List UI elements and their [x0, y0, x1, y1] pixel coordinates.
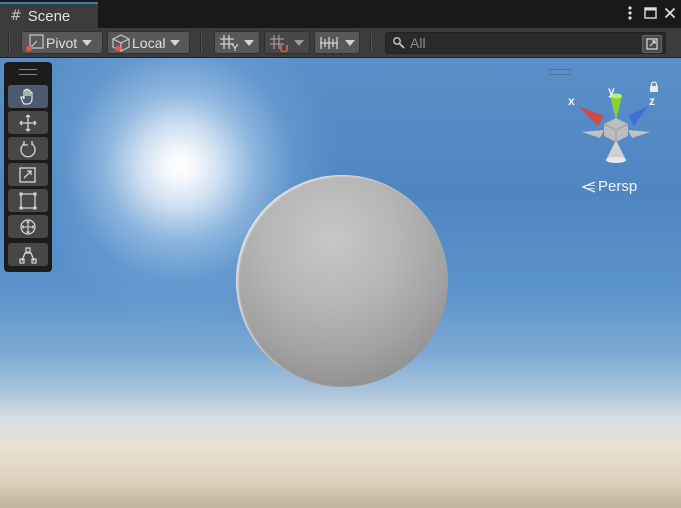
rect-tool-button[interactable] — [8, 189, 48, 212]
window-controls — [623, 4, 677, 22]
close-icon[interactable] — [663, 4, 677, 22]
z-axis-label: z — [649, 94, 655, 108]
rotate-icon — [20, 140, 36, 157]
hand-icon — [20, 88, 33, 105]
local-label: Local — [132, 34, 166, 51]
snap-grid-icon — [269, 34, 291, 52]
tab-title: Scene — [27, 7, 71, 25]
sphere-object[interactable] — [236, 175, 448, 387]
more-options-icon[interactable] — [623, 4, 637, 22]
custom-tool-button[interactable] — [8, 243, 48, 266]
toolbar-separator — [200, 34, 202, 52]
maximize-icon[interactable] — [643, 4, 657, 22]
pivot-icon — [25, 33, 45, 52]
tools-overlay — [4, 62, 52, 272]
transform-icon — [20, 218, 36, 235]
grid-icon — [219, 34, 241, 52]
ruler-icon — [318, 34, 342, 52]
chevron-down-icon — [345, 39, 355, 46]
lock-icon[interactable] — [649, 81, 659, 93]
chevron-down-icon — [170, 39, 181, 46]
gizmo-drag-handle[interactable] — [549, 69, 571, 75]
projection-label: Persp — [598, 178, 638, 195]
grid-snapping-button[interactable] — [264, 31, 310, 54]
toolbar-separator — [370, 34, 372, 52]
grid-hash-icon: # — [10, 8, 22, 24]
increment-snapping-button[interactable] — [314, 31, 360, 54]
scale-tool-button[interactable] — [8, 163, 48, 186]
perspective-icon — [582, 180, 596, 193]
toolbar-separator — [8, 34, 10, 52]
projection-toggle[interactable]: Persp — [582, 178, 637, 195]
local-dropdown[interactable]: Local — [107, 31, 190, 54]
pivot-dropdown[interactable]: Pivot — [21, 31, 103, 54]
tab-bar: # Scene — [0, 0, 681, 28]
chevron-down-icon — [294, 39, 304, 46]
hand-tool-button[interactable] — [8, 85, 48, 108]
move-tool-button[interactable] — [8, 111, 48, 134]
open-search-window-icon[interactable] — [642, 35, 662, 53]
chevron-down-icon — [244, 39, 254, 46]
cube-icon — [111, 33, 131, 52]
custom-tools-icon — [19, 246, 37, 264]
rotate-tool-button[interactable] — [8, 137, 48, 160]
chevron-down-icon — [82, 39, 93, 46]
search-icon — [392, 36, 406, 50]
move-icon — [19, 114, 37, 131]
search-field[interactable] — [385, 32, 666, 54]
y-axis-label: y — [608, 84, 615, 98]
scale-icon — [19, 166, 36, 183]
drag-handle[interactable] — [19, 69, 37, 75]
search-input[interactable] — [410, 35, 630, 51]
tab-scene[interactable]: # Scene — [0, 2, 98, 28]
x-axis-label: x — [568, 94, 575, 108]
grid-visibility-button[interactable] — [214, 31, 260, 54]
transform-tool-button[interactable] — [8, 215, 48, 238]
scene-toolbar: Pivot Local — [0, 28, 681, 58]
rect-transform-icon — [19, 192, 37, 209]
pivot-label: Pivot — [46, 34, 78, 51]
